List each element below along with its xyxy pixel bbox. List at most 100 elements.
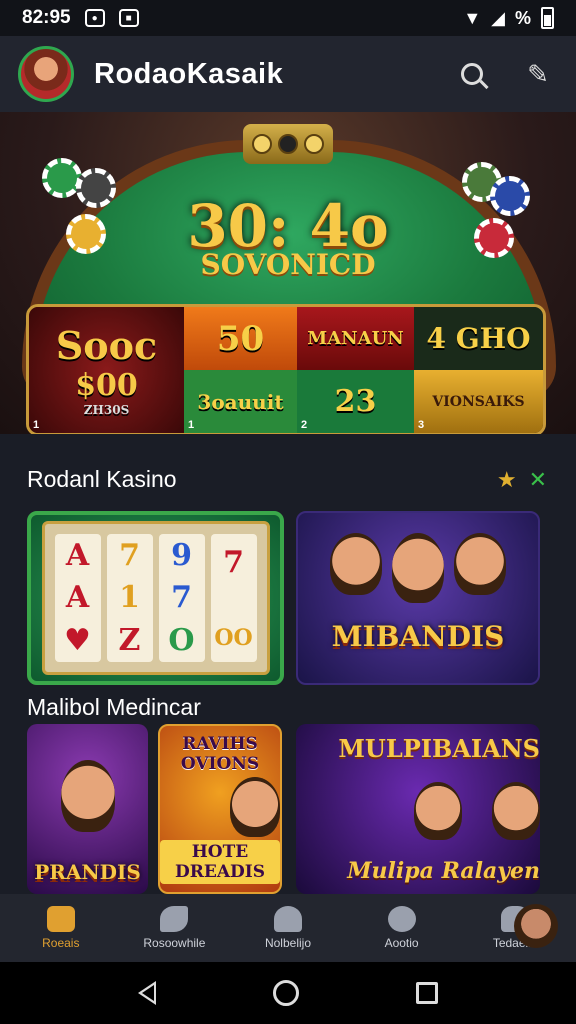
section-title: Rodanl Kasino	[27, 466, 177, 492]
character-portrait	[392, 533, 444, 603]
game-cell-label: 50	[216, 318, 265, 359]
character-portrait	[454, 533, 506, 595]
character-portrait	[414, 781, 462, 840]
nav-label: Roeais	[42, 936, 80, 950]
tile-title: MIBANDIS	[331, 620, 505, 653]
game-tile-heroes[interactable]: MIBANDIS	[296, 511, 540, 685]
tile-title: PRANDIS	[34, 860, 141, 884]
table-plaque	[243, 124, 333, 164]
game-cell[interactable]: MANAUN	[297, 307, 414, 370]
slot-reel: 9 7 O	[158, 534, 205, 662]
cell-number: 1	[188, 419, 195, 431]
game-cell-label: 4 GHO	[426, 322, 531, 355]
game-cell[interactable]: 23 2	[297, 370, 414, 433]
coin-icon	[252, 134, 272, 154]
star-icon[interactable]: ★	[497, 467, 517, 493]
game-tile-dreams[interactable]: RAVIHS OVIONS HOTE DREADIS	[158, 724, 282, 894]
close-icon[interactable]: ✕	[529, 467, 547, 493]
recent-apps-icon[interactable]	[415, 982, 438, 1004]
game-tile-paradise[interactable]: PRANDIS	[27, 724, 148, 894]
nav-item-roulette[interactable]: Rosoowhile	[124, 906, 224, 950]
home-circle-icon[interactable]	[272, 980, 299, 1006]
battery-icon	[541, 7, 554, 29]
ghost-icon	[273, 906, 302, 932]
cell-number: 1	[33, 419, 40, 431]
nav-item-notifications[interactable]: Nolbelijo	[238, 906, 338, 950]
game-cell-label: 3oauuit	[197, 389, 284, 414]
nav-label: Aootio	[384, 936, 419, 950]
game-tile-multiplayer[interactable]: MULPIBAIANS Mulipa Ralayen	[296, 724, 540, 894]
user-avatar[interactable]	[514, 904, 558, 948]
featured-caption: ZH30S	[83, 403, 130, 417]
reel-symbol: 1	[119, 580, 140, 616]
section-header: Rodanl Kasino ★ ✕	[27, 466, 547, 493]
character-group	[298, 533, 538, 603]
signal-percent: %	[514, 7, 531, 28]
featured-title: Sooc	[55, 323, 158, 368]
signal-icon: ◢	[491, 7, 505, 28]
reel-symbol: OO	[214, 624, 253, 651]
game-cell-label: 23	[334, 384, 377, 419]
nav-item-home[interactable]: Roeais	[11, 906, 111, 950]
edit-icon: ✎	[527, 58, 549, 89]
tile-subtitle: Mulipa Ralayen	[347, 858, 540, 884]
hero-game-grid: Sooc $00 ZH30S 1 50 MANAUN 4 GHO 3oauuit…	[26, 304, 546, 434]
bottom-nav: Roeais Rosoowhile Nolbelijo Aootio Tedae…	[0, 894, 576, 962]
featured-amount: $00	[75, 368, 138, 403]
hero-subtitle: SOVONICD	[200, 248, 376, 281]
featured-game-cell[interactable]: Sooc $00 ZH30S 1	[29, 307, 184, 433]
character-group	[414, 781, 540, 840]
slot-reel: 7 1 Z	[106, 534, 153, 662]
character-portrait	[330, 533, 382, 595]
tile-subtitle: HOTE DREADIS	[160, 840, 280, 884]
wifi-icon: ▼	[463, 7, 482, 28]
reel-symbol: ♥	[64, 623, 91, 659]
section-title: Malibol Medincar	[27, 694, 201, 720]
character-portrait	[61, 760, 115, 832]
app-title: RodaoKasaik	[94, 57, 284, 90]
reel-symbol: 9	[171, 537, 192, 573]
reel-symbol: 7	[171, 580, 192, 616]
nav-label: Nolbelijo	[264, 936, 311, 950]
slot-reel: 7 OO	[210, 534, 257, 662]
tile-title: RAVIHS OVIONS	[180, 734, 260, 774]
coin-icon	[278, 134, 298, 154]
status-time: 82:95	[22, 7, 71, 28]
game-cell-label: VIONSAIKS	[432, 393, 525, 410]
spiral-icon	[387, 906, 416, 932]
game-cell-label: MANAUN	[307, 328, 404, 349]
game-cell[interactable]: 50	[184, 307, 297, 370]
search-button[interactable]	[452, 54, 492, 94]
profile-avatar[interactable]	[18, 46, 74, 102]
section-header: Malibol Medincar	[27, 694, 547, 721]
status-bar: 82:95 ● ■ ▼ ◢ %	[0, 0, 576, 36]
game-cell[interactable]: 3oauuit 1	[184, 370, 297, 433]
slot-reels: A A ♥ 7 1 Z 9 7 O 7 OO	[41, 521, 270, 675]
nav-label: Rosoowhile	[143, 936, 206, 950]
nav-item-audio[interactable]: Aootio	[352, 906, 452, 950]
search-icon	[461, 63, 483, 85]
cell-number: 3	[418, 419, 425, 431]
reel-symbol: Z	[118, 623, 141, 659]
notification-icon: ●	[84, 9, 105, 27]
reel-symbol: A	[65, 537, 90, 573]
coin-icon	[304, 134, 324, 154]
back-icon[interactable]	[138, 981, 157, 1005]
game-cell[interactable]: VIONSAIKS 3	[414, 370, 543, 433]
slot-reel: A A ♥	[54, 534, 101, 662]
message-icon: ■	[118, 9, 139, 27]
reel-symbol: 7	[119, 537, 140, 573]
game-cell[interactable]: 4 GHO	[414, 307, 543, 370]
system-nav-bar	[0, 962, 576, 1024]
app-bar: RodaoKasaik ✎	[0, 36, 576, 112]
character-portrait	[492, 781, 540, 840]
character-portrait	[230, 777, 280, 837]
reel-symbol: 7	[223, 545, 244, 581]
tile-title: MULPIBAIANS	[338, 734, 540, 763]
roulette-icon	[160, 906, 189, 932]
home-icon	[46, 906, 75, 932]
reel-symbol: A	[65, 580, 90, 616]
edit-button[interactable]: ✎	[518, 54, 558, 94]
hero-banner[interactable]: 30: 4o SOVONICD Sooc $00 ZH30S 1 50 MANA…	[0, 112, 576, 434]
slot-machine-tile[interactable]: A A ♥ 7 1 Z 9 7 O 7 OO	[27, 511, 284, 685]
